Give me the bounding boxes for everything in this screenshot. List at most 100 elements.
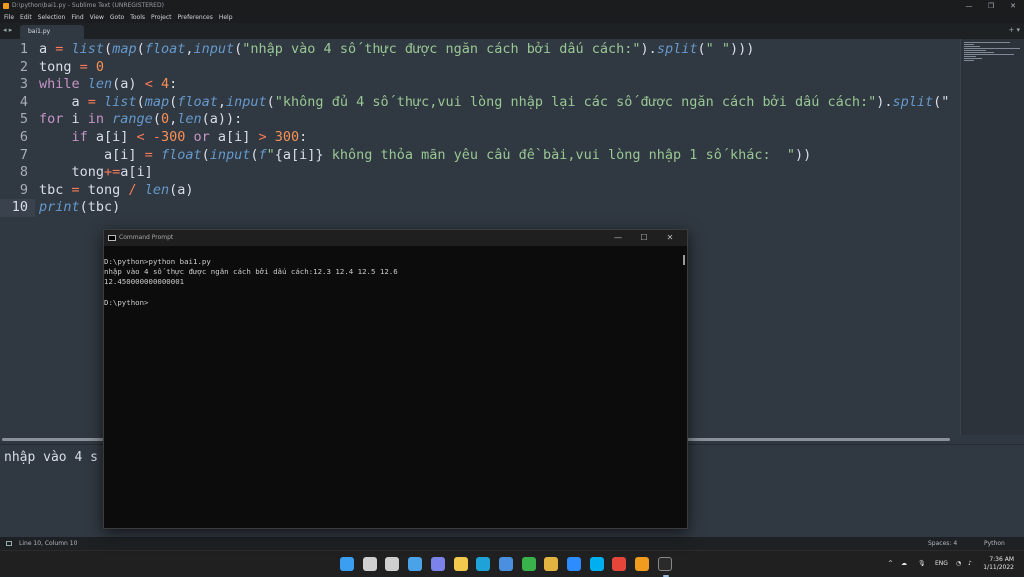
app-green-icon[interactable] [521, 557, 536, 571]
code-token: print [39, 199, 80, 216]
code-line[interactable]: if a[i] < -300 or a[i] > 300: [39, 129, 960, 147]
cmd-minimize-button[interactable]: — [605, 230, 631, 246]
widgets-icon[interactable] [408, 557, 423, 571]
code-token: ( [250, 146, 259, 163]
menu-item-selection[interactable]: Selection [38, 12, 66, 23]
minimap[interactable] [960, 39, 1024, 435]
tab-menu-icon[interactable]: + ▾ [1008, 26, 1020, 34]
code-area[interactable]: a = list(map(float,input("nhập vào 4 số … [39, 41, 960, 217]
code-token: += [104, 164, 121, 181]
code-line[interactable]: a = list(map(float,input("nhập vào 4 số … [39, 41, 960, 59]
window-title: D:\python\bai1.py - Sublime Text (UNREGI… [12, 2, 164, 9]
wifi-icon[interactable]: ◔ [956, 551, 961, 577]
code-token: float [144, 41, 186, 57]
code-token: ( [169, 93, 178, 110]
code-token: ). [640, 41, 657, 57]
menu-item-find[interactable]: Find [71, 12, 83, 23]
menu-item-tools[interactable]: Tools [130, 12, 145, 23]
menu-item-view[interactable]: View [90, 12, 104, 23]
code-token: tong [39, 164, 105, 181]
cmd-maximize-button[interactable]: ☐ [631, 230, 657, 246]
code-line[interactable]: a[i] = float(input(f"{a[i]} không thỏa m… [39, 147, 960, 165]
language-indicator[interactable]: ENG [935, 551, 948, 577]
window-controls: — ❐ ✕ [958, 0, 1024, 12]
code-token: map [112, 41, 137, 57]
menu-item-goto[interactable]: Goto [110, 12, 124, 23]
sublime-app-icon [3, 3, 9, 9]
code-token: 300 [274, 128, 300, 145]
line-number: 5 [19, 111, 28, 128]
clock[interactable]: 7:36 AM 1/11/2022 [983, 556, 1014, 572]
code-token: for [39, 111, 72, 128]
cmd-output[interactable]: D:\python>python bai1.py nhập vào 4 số th… [104, 257, 398, 308]
code-token: ( [136, 41, 145, 57]
edge-browser-icon[interactable] [476, 557, 491, 571]
minimize-button[interactable]: — [958, 0, 980, 12]
tab-bar: ◂ ▸ bai1.py + ▾ [0, 23, 1024, 39]
cmd-line: nhập vào 4 số thực được ngăn cách bởi dấ… [104, 267, 398, 277]
menu-item-project[interactable]: Project [151, 12, 172, 23]
code-token: f [258, 146, 267, 163]
skype-icon[interactable] [589, 557, 604, 571]
tab-bai1-py[interactable]: bai1.py [20, 25, 84, 39]
code-line[interactable]: a = list(map(float,input("không đủ 4 số … [39, 94, 960, 112]
command-prompt-window[interactable]: Command Prompt — ☐ ✕ D:\python>python ba… [103, 229, 688, 529]
menu-item-file[interactable]: File [4, 12, 14, 23]
clock-date: 1/11/2022 [983, 564, 1014, 571]
code-token: , [217, 93, 227, 110]
file-explorer-icon[interactable] [453, 557, 468, 571]
code-line[interactable]: tbc = tong / len(a) [39, 182, 960, 200]
menu-item-edit[interactable]: Edit [20, 12, 32, 23]
tab-nav-arrows[interactable]: ◂ ▸ [3, 26, 12, 34]
microphone-icon[interactable]: 🎙 [918, 551, 926, 577]
close-button[interactable]: ✕ [1002, 0, 1024, 12]
cmd-title-bar[interactable]: Command Prompt — ☐ ✕ [104, 230, 687, 246]
code-token: ( [104, 41, 113, 57]
code-line[interactable]: tong+=a[i] [39, 164, 960, 182]
indentation-setting[interactable]: Spaces: 4 [928, 537, 957, 550]
code-line[interactable]: tong = 0 [39, 59, 960, 77]
code-token: = [144, 146, 161, 163]
code-token: < - [136, 128, 161, 145]
code-token: )) [794, 146, 812, 163]
line-number-gutter: 1 2 3 4 5 6 7 8 9 10 [0, 39, 34, 435]
windows-start-icon[interactable] [340, 557, 354, 571]
code-token: " [266, 146, 275, 163]
task-view-icon[interactable] [385, 557, 400, 571]
menu-item-help[interactable]: Help [219, 12, 233, 23]
sublime-text-icon[interactable] [635, 557, 650, 571]
slack-icon[interactable] [544, 557, 559, 571]
code-token: " " [705, 41, 730, 57]
tray-chevron-icon[interactable]: ^ [888, 551, 893, 577]
output-text: nhập vào 4 s [4, 450, 98, 465]
cmd-close-button[interactable]: ✕ [657, 230, 683, 246]
code-line[interactable]: for i in range(0,len(a)): [39, 111, 960, 129]
cloud-icon[interactable]: ☁ [901, 551, 907, 577]
code-token: ))) [729, 41, 755, 57]
code-token: = [79, 58, 96, 75]
terminal-icon[interactable] [657, 557, 672, 577]
teams-chat-icon[interactable] [430, 557, 445, 571]
menu-item-preferences[interactable]: Preferences [178, 12, 213, 23]
code-token: if [39, 128, 96, 145]
zoom-icon[interactable] [567, 557, 581, 571]
code-token: 300 [160, 128, 194, 145]
chrome-icon[interactable] [612, 557, 627, 571]
syntax-selector[interactable]: Python [984, 537, 1005, 550]
search-icon[interactable] [362, 557, 377, 571]
code-token: (a) [112, 76, 145, 93]
speaker-icon[interactable]: ♪ [968, 551, 972, 577]
maximize-button[interactable]: ❐ [980, 0, 1002, 12]
code-token: (a)): [201, 111, 243, 128]
code-token: = [71, 181, 88, 198]
minimap-line [964, 58, 982, 59]
code-line[interactable]: print(tbc) [39, 199, 960, 217]
line-number: 4 [19, 93, 28, 110]
code-token: a[i] [39, 146, 145, 163]
cmd-scrollbar-thumb[interactable] [683, 255, 685, 265]
code-token: a [39, 93, 88, 110]
code-line[interactable]: while len(a) < 4: [39, 76, 960, 94]
panel-toggle-icon[interactable] [6, 541, 12, 546]
code-token: len [144, 181, 170, 198]
store-icon[interactable] [498, 557, 513, 571]
